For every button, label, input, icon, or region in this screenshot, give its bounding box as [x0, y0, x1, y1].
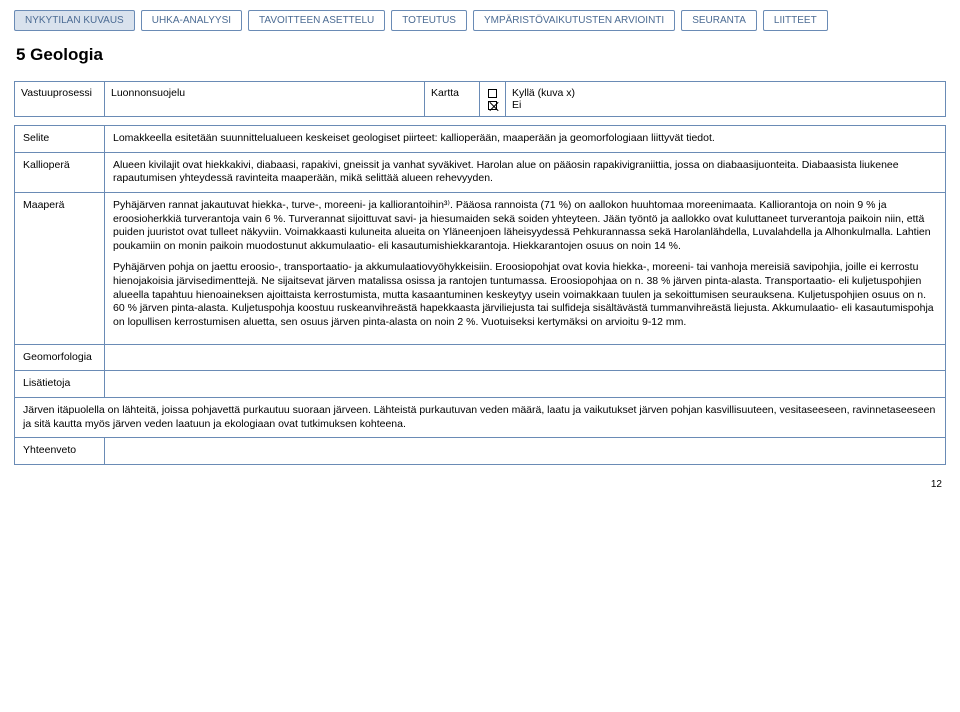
vastuuprosessi-label: Vastuuprosessi [15, 82, 105, 117]
selite-label: Selite [15, 126, 105, 153]
row-selite: Selite Lomakkeella esitetään suunnittelu… [15, 126, 946, 153]
vastuuprosessi-value: Luonnonsuojelu [105, 82, 425, 117]
maapera-p1: Pyhäjärven rannat jakautuvat hiekka-, tu… [113, 199, 937, 254]
lisatietoja-text [105, 371, 946, 398]
tab-nykytilan-kuvaus[interactable]: NYKYTILAN KUVAUS [14, 10, 135, 31]
selite-text: Lomakkeella esitetään suunnittelualueen … [105, 126, 946, 153]
lisatietoja-body: Järven itäpuolella on lähteitä, joissa p… [15, 397, 946, 437]
geomorfologia-label: Geomorfologia [15, 344, 105, 371]
row-geomorfologia: Geomorfologia [15, 344, 946, 371]
tab-toteutus[interactable]: TOTEUTUS [391, 10, 467, 31]
kartta-option-yes: Kyllä (kuva x) [512, 87, 939, 99]
kartta-label: Kartta [425, 82, 480, 117]
maapera-label: Maaperä [15, 192, 105, 344]
lisatietoja-label: Lisätietoja [15, 371, 105, 398]
row-maapera: Maaperä Pyhäjärven rannat jakautuvat hie… [15, 192, 946, 344]
maapera-text: Pyhäjärven rannat jakautuvat hiekka-, tu… [105, 192, 946, 344]
checkbox-kylla[interactable] [488, 89, 497, 98]
tab-uhka-analyysi[interactable]: UHKA-ANALYYSI [141, 10, 242, 31]
kartta-option-no: Ei [512, 99, 939, 111]
tab-liitteet[interactable]: LIITTEET [763, 10, 828, 31]
maapera-p2: Pyhäjärven pohja on jaettu eroosio-, tra… [113, 261, 937, 329]
row-kalliopera: Kallioperä Alueen kivilajit ovat hiekkak… [15, 152, 946, 192]
kalliopera-text: Alueen kivilajit ovat hiekkakivi, diabaa… [105, 152, 946, 192]
tab-bar: NYKYTILAN KUVAUS UHKA-ANALYYSI TAVOITTEE… [14, 10, 946, 31]
page-number: 12 [14, 473, 946, 500]
meta-row: Vastuuprosessi Luonnonsuojelu Kartta Kyl… [14, 81, 946, 117]
row-lisatietoja: Lisätietoja [15, 371, 946, 398]
tab-seuranta[interactable]: SEURANTA [681, 10, 757, 31]
section-title: 5 Geologia [16, 45, 946, 65]
yhteenveto-label: Yhteenveto [15, 438, 105, 465]
kartta-checkboxes [480, 82, 506, 117]
yhteenveto-text [105, 438, 946, 465]
kalliopera-label: Kallioperä [15, 152, 105, 192]
tab-tavoitteen-asettelu[interactable]: TAVOITTEEN ASETTELU [248, 10, 385, 31]
checkbox-ei[interactable] [488, 101, 497, 110]
row-lisatietoja-body: Järven itäpuolella on lähteitä, joissa p… [15, 397, 946, 437]
tab-ymparistovaikutusten-arviointi[interactable]: YMPÄRISTÖVAIKUTUSTEN ARVIOINTI [473, 10, 675, 31]
body-table: Selite Lomakkeella esitetään suunnittelu… [14, 125, 946, 465]
kartta-options: Kyllä (kuva x) Ei [506, 82, 946, 117]
geomorfologia-text [105, 344, 946, 371]
row-yhteenveto: Yhteenveto [15, 438, 946, 465]
